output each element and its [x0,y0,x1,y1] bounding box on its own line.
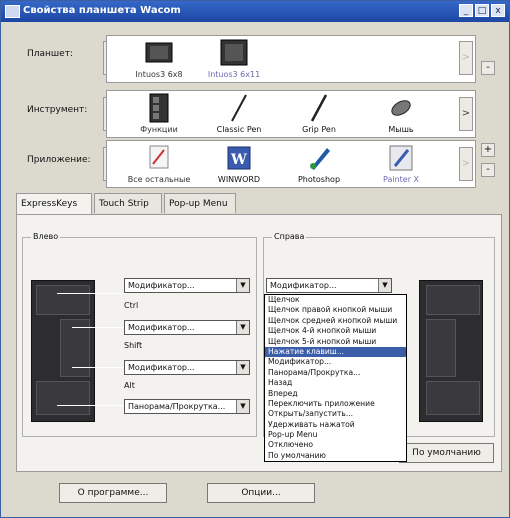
photoshop-icon [304,143,334,173]
tablet-icon [144,38,174,68]
tablet-next-button[interactable]: > [459,41,473,75]
dropdown-option[interactable]: Панорама/Прокрутка... [265,368,406,378]
left-key4-select[interactable]: Панорама/Прокрутка... ▼ [124,399,250,414]
restore-button[interactable]: □ [475,4,489,17]
application-label: Приложение: [27,155,91,165]
dropdown-option[interactable]: Pop-up Menu [265,430,406,440]
chevron-down-icon: ▼ [378,279,391,292]
tool-label: Инструмент: [27,105,88,115]
tool-strip: Функции Classic Pen Grip Pen Мышь [106,90,476,138]
right-key-dropdown-list[interactable]: Щелчок Щелчок правой кнопкой мыши Щелчок с… [264,294,407,463]
left-group-title: Влево [31,232,61,241]
functions-icon [144,93,174,123]
mouse-icon [386,93,416,123]
app-item[interactable]: Photoshop [287,143,351,184]
dropdown-option[interactable]: Назад [265,378,406,388]
dropdown-option[interactable]: Переключить приложение [265,399,406,409]
svg-text:W: W [230,152,247,168]
chevron-down-icon: ▼ [236,400,249,413]
word-icon: W [224,143,254,173]
app-item[interactable]: W WINWORD [207,143,271,184]
options-button[interactable]: Опции... [207,483,315,503]
expresskey [36,381,90,415]
dropdown-option[interactable]: Вперед [265,389,406,399]
tool-item[interactable]: Classic Pen [207,93,271,134]
right-group-title: Справа [272,232,307,241]
dropdown-option[interactable]: Щелчок правой кнопкой мыши [265,305,406,315]
tool-next-button[interactable]: > [459,97,473,131]
tablet-icon [219,38,249,68]
expresskey [426,319,456,377]
dropdown-option[interactable]: Нажатие клавиш... [265,346,406,358]
close-button[interactable]: x [491,4,505,17]
dropdown-option[interactable]: Удерживать нажатой [265,420,406,430]
expresskeys-panel: Влево Модификатор... ▼ Ctrl Модификатор..… [16,214,502,472]
painter-icon [386,143,416,173]
tablet-item[interactable]: Intuos3 6x8 [127,38,191,79]
dropdown-option[interactable]: Модификатор... [265,357,406,367]
modifier-caption: Shift [124,341,143,350]
tablet-strip: Intuos3 6x8 Intuos3 6x11 [106,35,476,83]
callout-line [72,367,127,368]
tablet-remove-button[interactable]: - [481,61,495,75]
grip-pen-icon [304,93,334,123]
tool-item[interactable]: Grip Pen [287,93,351,134]
left-expresskeys-image [31,280,95,422]
app-item[interactable]: Painter X [369,143,433,184]
about-button[interactable]: О программе... [59,483,167,503]
tab-expresskeys[interactable]: ExpressKeys [16,193,92,216]
app-add-button[interactable]: + [481,143,495,157]
tablet-item[interactable]: Intuos3 6x11 [202,38,266,79]
dropdown-option[interactable]: Щелчок 5-й кнопкой мыши [265,337,406,347]
callout-line [72,327,127,328]
left-key1-select[interactable]: Модификатор... ▼ [124,278,250,293]
dropdown-option[interactable]: Отключено [265,440,406,450]
right-key1-select[interactable]: Модификатор... ▼ [266,278,392,293]
wacom-properties-window: Свойства планшета Wacom _ □ x Планшет: <… [0,0,510,518]
expresskey [426,381,480,415]
app-icon [5,5,20,18]
classic-pen-icon [224,93,254,123]
tab-popup-menu[interactable]: Pop-up Menu [164,193,236,213]
window-title: Свойства планшета Wacom [23,5,181,16]
left-key2-select[interactable]: Модификатор... ▼ [124,320,250,335]
title-bar[interactable]: Свойства планшета Wacom _ □ x [1,1,509,22]
callout-line [57,293,127,294]
chevron-down-icon: ▼ [236,361,249,374]
tool-item[interactable]: Мышь [369,93,433,134]
left-key3-select[interactable]: Модификатор... ▼ [124,360,250,375]
tool-item[interactable]: Функции [127,93,191,134]
app-next-button[interactable]: > [459,147,473,181]
application-strip: Все остальные W WINWORD Photoshop Painte… [106,140,476,188]
minimize-button[interactable]: _ [459,4,473,17]
chevron-down-icon: ▼ [236,321,249,334]
tab-touch-strip[interactable]: Touch Strip [94,193,162,213]
right-expresskeys-image [419,280,483,422]
tablet-label: Планшет: [27,49,73,59]
app-item[interactable]: Все остальные [127,143,191,184]
default-button[interactable]: По умолчанию [399,443,494,463]
chevron-down-icon: ▼ [236,279,249,292]
callout-line [57,405,127,406]
expresskey [426,285,480,315]
modifier-caption: Ctrl [124,301,139,310]
modifier-caption: Alt [124,381,135,390]
expresskey [36,285,90,315]
dropdown-option[interactable]: Щелчок [265,295,406,305]
dropdown-option[interactable]: Щелчок средней кнопкой мыши [265,316,406,326]
dropdown-option[interactable]: Щелчок 4-й кнопкой мыши [265,326,406,336]
all-apps-icon [144,143,174,173]
dropdown-option[interactable]: Открыть/запустить... [265,409,406,419]
dropdown-option[interactable]: По умолчанию [265,451,406,461]
app-remove-button[interactable]: - [481,163,495,177]
